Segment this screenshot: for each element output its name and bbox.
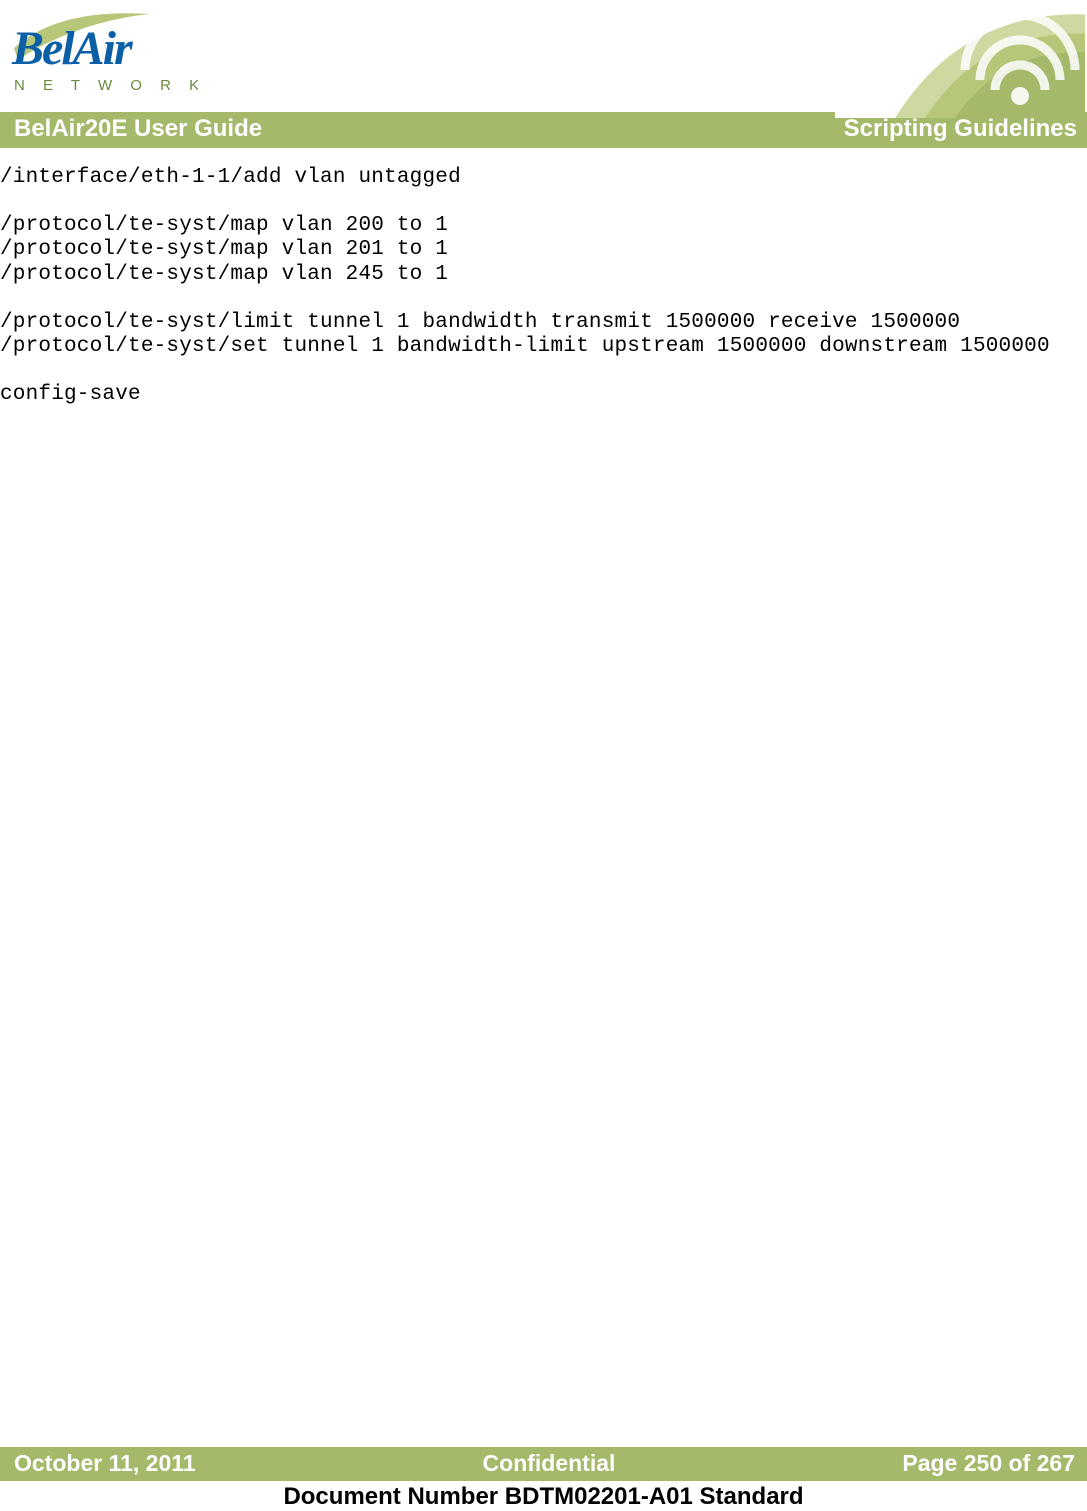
- code-line: /protocol/te-syst/set tunnel 1 bandwidth…: [0, 335, 1050, 358]
- footer-bar: October 11, 2011 Confidential Page 250 o…: [0, 1447, 1087, 1481]
- code-line: /interface/eth-1-1/add vlan untagged: [0, 166, 461, 189]
- code-line: /protocol/te-syst/limit tunnel 1 bandwid…: [0, 311, 960, 334]
- code-line: /protocol/te-syst/map vlan 200 to 1: [0, 214, 448, 237]
- code-line: /protocol/te-syst/map vlan 245 to 1: [0, 263, 448, 286]
- code-line: config-save: [0, 383, 141, 406]
- code-block: /interface/eth-1-1/add vlan untagged /pr…: [0, 166, 1087, 407]
- svg-text:BelAir: BelAir: [11, 22, 134, 75]
- header-area: BelAir N E T W O R K S: [0, 0, 1087, 112]
- document-number: Document Number BDTM02201-A01 Standard: [0, 1481, 1087, 1511]
- footer-confidential: Confidential: [483, 1450, 616, 1477]
- decorative-swirl-icon: [835, 0, 1085, 123]
- footer-page: Page 250 of 267: [902, 1450, 1075, 1477]
- svg-text:N E T W O R K S: N E T W O R K S: [14, 77, 198, 94]
- code-line: /protocol/te-syst/map vlan 201 to 1: [0, 238, 448, 261]
- guide-title: BelAir20E User Guide: [14, 115, 262, 143]
- belair-logo: BelAir N E T W O R K S: [8, 4, 198, 107]
- footer-date: October 11, 2011: [14, 1450, 196, 1477]
- content-area: /interface/eth-1-1/add vlan untagged /pr…: [0, 148, 1087, 1447]
